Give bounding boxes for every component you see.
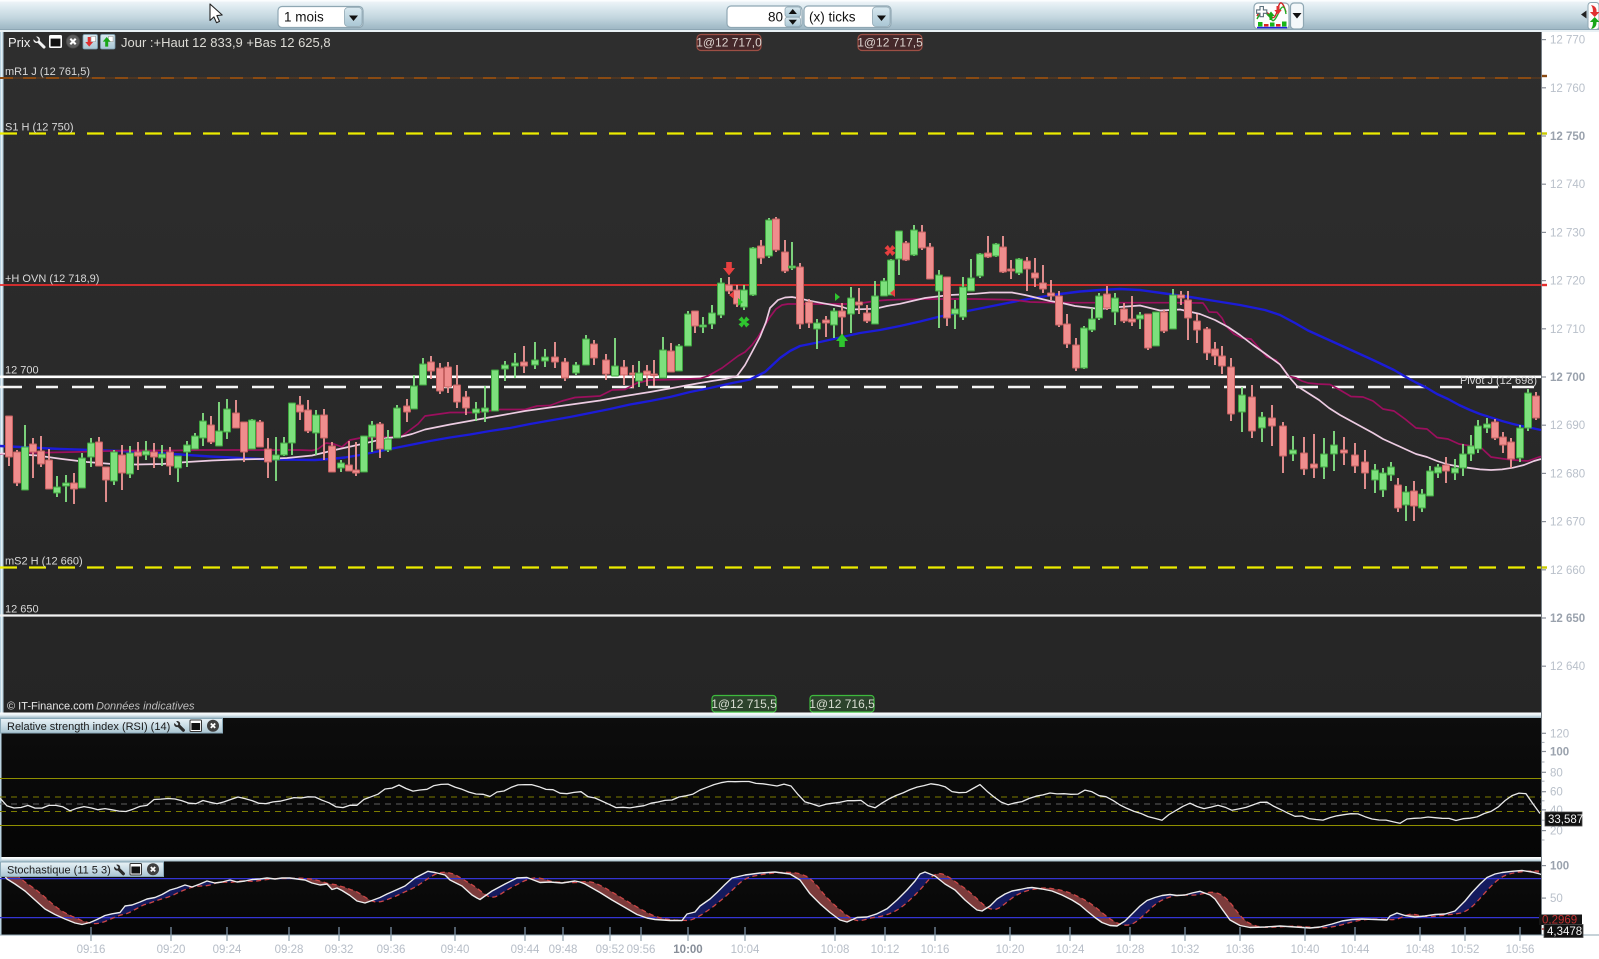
svg-text:09:56: 09:56 [627,944,656,956]
svg-text:10:24: 10:24 [1056,944,1085,956]
svg-text:10:52: 10:52 [1451,944,1480,956]
svg-text:09:32: 09:32 [325,944,354,956]
svg-text:mS2 H (12 660): mS2 H (12 660) [5,556,83,568]
svg-text:Prix: Prix [8,35,31,50]
svg-text:120: 120 [1550,728,1569,740]
svg-text:+H OVN (12 718,9): +H OVN (12 718,9) [5,273,99,285]
svg-text:12 640: 12 640 [1550,661,1585,673]
svg-text:12 730: 12 730 [1550,227,1585,239]
svg-text:09:48: 09:48 [549,944,578,956]
svg-text:100: 100 [1550,747,1569,759]
svg-text:4,3478: 4,3478 [1547,926,1582,938]
svg-text:09:44: 09:44 [511,944,540,956]
svg-text:09:28: 09:28 [275,944,304,956]
svg-text:1@12 715,5: 1@12 715,5 [711,697,777,711]
svg-text:12 740: 12 740 [1550,179,1585,191]
svg-text:12 650: 12 650 [5,604,39,616]
svg-text:09:24: 09:24 [213,944,242,956]
svg-text:Stochastique (11 5 3): Stochastique (11 5 3) [7,865,111,877]
svg-text:12 760: 12 760 [1550,83,1585,95]
svg-text:60: 60 [1550,787,1563,799]
svg-text:10:40: 10:40 [1291,944,1320,956]
svg-text:80: 80 [1550,767,1563,779]
svg-text:(x) ticks: (x) ticks [809,10,856,25]
svg-text:12 690: 12 690 [1550,420,1585,432]
svg-text:1@12 716,5: 1@12 716,5 [809,697,875,711]
svg-text:1@12 717,0: 1@12 717,0 [696,36,762,50]
svg-text:12 660: 12 660 [1550,565,1585,577]
svg-text:12 710: 12 710 [1550,324,1585,336]
svg-text:Données indicatives: Données indicatives [96,701,195,713]
svg-text:10:16: 10:16 [921,944,950,956]
svg-text:S1 H (12 750): S1 H (12 750) [5,122,73,134]
svg-text:12 650: 12 650 [1550,613,1585,625]
svg-text:Relative strength index (RSI): Relative strength index (RSI) (14) [7,721,170,733]
svg-text:10:20: 10:20 [996,944,1025,956]
svg-text:12 750: 12 750 [1550,131,1585,143]
svg-text:09:20: 09:20 [157,944,186,956]
svg-text:10:56: 10:56 [1506,944,1535,956]
svg-text:10:44: 10:44 [1341,944,1370,956]
svg-text:09:52: 09:52 [596,944,625,956]
svg-text:33,587: 33,587 [1548,814,1583,826]
svg-text:10:08: 10:08 [821,944,850,956]
svg-text:12 700: 12 700 [5,365,39,377]
svg-text:50: 50 [1550,893,1563,905]
svg-text:1 mois: 1 mois [284,10,324,25]
svg-text:Jour :+Haut 12 833,9 +Bas 12 6: Jour :+Haut 12 833,9 +Bas 12 625,8 [121,35,331,50]
svg-text:09:16: 09:16 [77,944,106,956]
svg-text:09:40: 09:40 [441,944,470,956]
svg-text:10:36: 10:36 [1226,944,1255,956]
svg-text:10:32: 10:32 [1171,944,1200,956]
svg-text:09:36: 09:36 [377,944,406,956]
svg-text:© IT-Finance.com: © IT-Finance.com [7,701,94,713]
svg-text:10:48: 10:48 [1406,944,1435,956]
svg-text:12 680: 12 680 [1550,468,1585,480]
svg-text:12 720: 12 720 [1550,276,1585,288]
svg-text:12 770: 12 770 [1550,35,1585,47]
svg-text:80: 80 [768,10,783,25]
svg-text:20: 20 [1550,826,1563,838]
svg-text:Pivot J (12 698): Pivot J (12 698) [1460,375,1537,387]
svg-text:10:12: 10:12 [871,944,900,956]
svg-text:100: 100 [1550,861,1569,873]
svg-text:10:28: 10:28 [1116,944,1145,956]
svg-text:10:00: 10:00 [673,944,702,956]
svg-text:10:04: 10:04 [731,944,760,956]
svg-text:1@12 717,5: 1@12 717,5 [857,36,923,50]
svg-text:12 700: 12 700 [1550,372,1585,384]
svg-text:mR1 J (12 761,5): mR1 J (12 761,5) [5,66,90,78]
svg-text:12 670: 12 670 [1550,517,1585,529]
